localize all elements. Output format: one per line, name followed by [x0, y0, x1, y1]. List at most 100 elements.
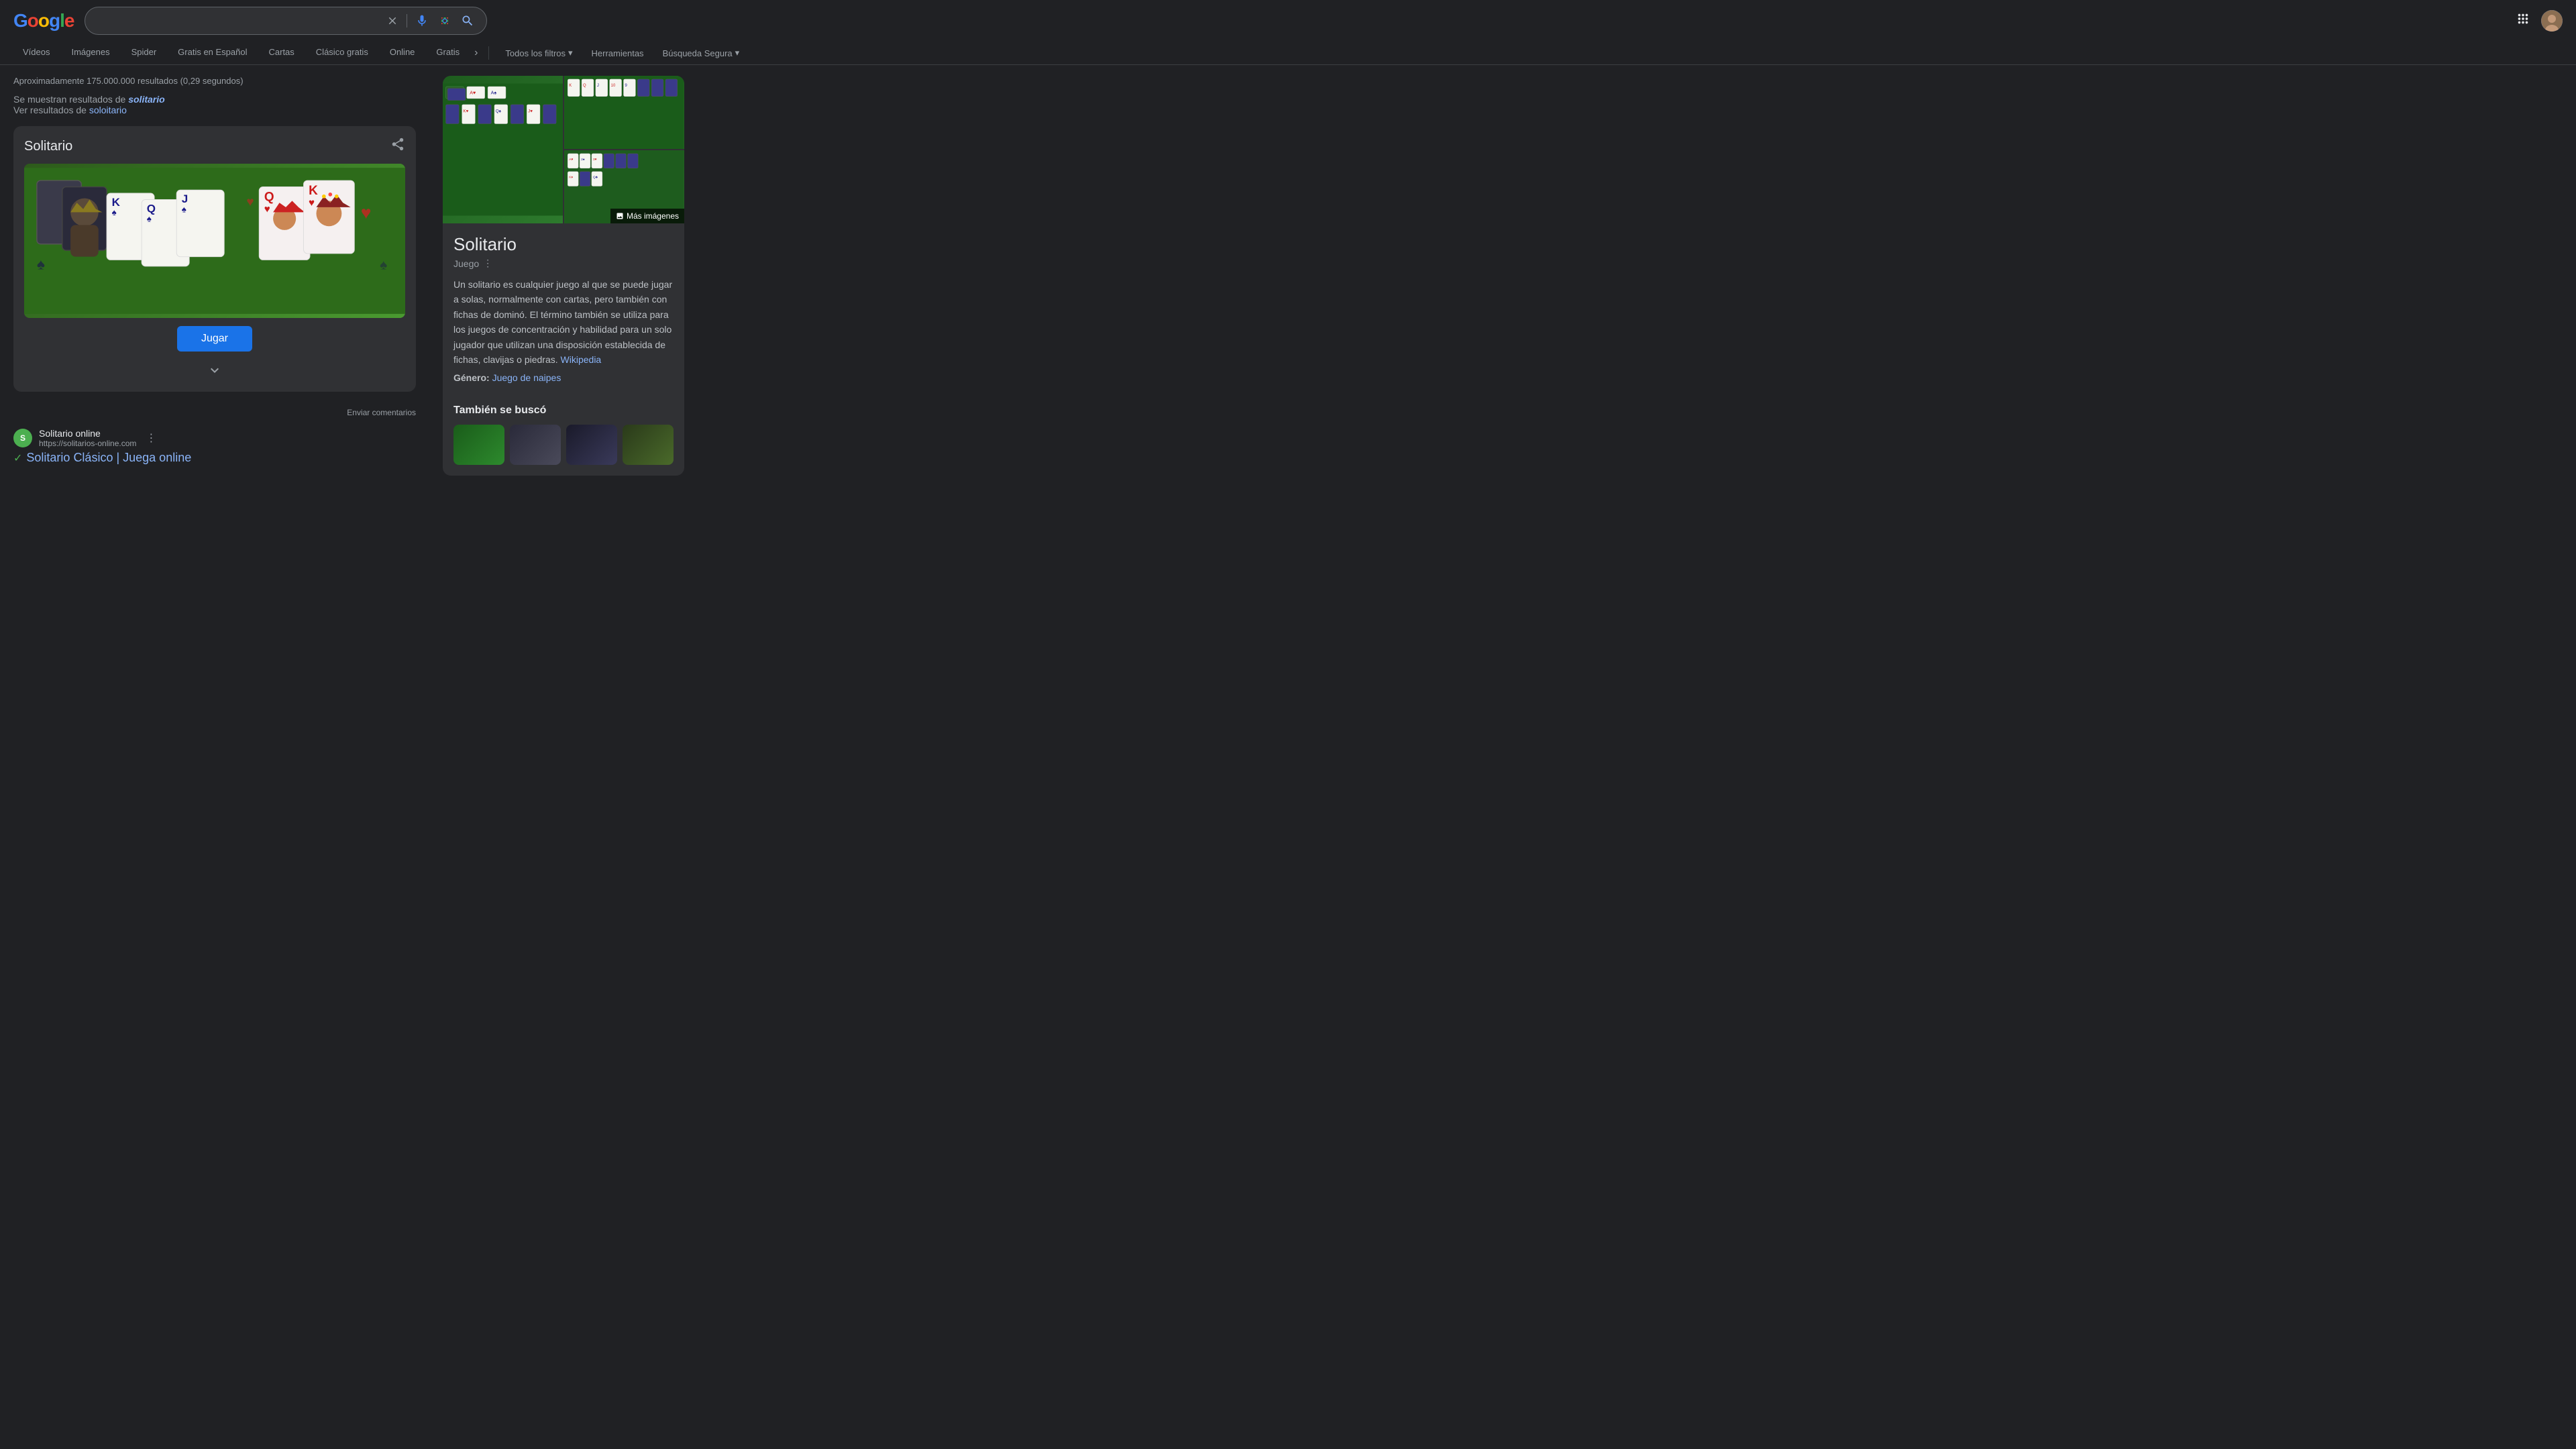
svg-text:A♠: A♠: [491, 91, 497, 96]
solitaire-widget: Solitario: [13, 126, 416, 392]
svg-text:Q♠: Q♠: [496, 109, 502, 114]
expand-button[interactable]: [24, 360, 405, 381]
filters-chevron-icon: ▾: [568, 48, 573, 58]
knowledge-image-top-right[interactable]: K Q J 10 9: [564, 76, 684, 149]
header: Google soloitario: [0, 0, 2576, 42]
svg-text:3♥: 3♥: [593, 158, 597, 162]
game-image: K ♠ Q ♠ J ♠ Q ♥: [24, 164, 405, 318]
knowledge-image-bottom-right[interactable]: A♥ 2♠ 3♥ K♦ Q♣: [564, 150, 684, 223]
svg-text:Q: Q: [147, 202, 156, 215]
knowledge-title: Solitario: [453, 234, 674, 255]
search-bar: soloitario: [85, 7, 487, 35]
knowledge-genre: Género: Juego de naipes: [453, 372, 674, 383]
clear-button[interactable]: [385, 13, 400, 28]
also-searched-item-3[interactable]: [566, 425, 617, 465]
safe-search-chevron: ▾: [735, 48, 740, 58]
tab-online[interactable]: Online: [380, 42, 425, 64]
svg-text:K♥: K♥: [463, 109, 468, 114]
more-images-label: Más imágenes: [627, 211, 679, 221]
search-result-1: S Solitario online https://solitarios-on…: [13, 423, 416, 470]
svg-text:K: K: [309, 184, 318, 198]
original-label: Ver resultados de: [13, 105, 87, 115]
play-btn-container: Jugar: [24, 326, 405, 352]
feedback-link[interactable]: Enviar comentarios: [347, 408, 416, 417]
knowledge-type-menu-button[interactable]: ⋮: [483, 258, 492, 269]
svg-text:♥: ♥: [309, 197, 315, 209]
nav-tabs: Vídeos Imágenes Spider Gratis en Español…: [0, 42, 2576, 65]
lens-search-button[interactable]: [437, 13, 453, 29]
main-content: Aproximadamente 175.000.000 resultados (…: [0, 65, 939, 486]
knowledge-image-main[interactable]: A♥ A♠ K♥ Q♠ J♥: [443, 76, 563, 223]
svg-text:A♥: A♥: [470, 91, 476, 96]
svg-text:2♠: 2♠: [581, 158, 585, 162]
svg-text:♥: ♥: [264, 203, 270, 215]
tab-cartas[interactable]: Cartas: [260, 42, 304, 64]
knowledge-panel-card: A♥ A♠ K♥ Q♠ J♥: [443, 76, 684, 476]
play-button[interactable]: Jugar: [177, 326, 252, 352]
knowledge-description: Un solitario es cualquier juego al que s…: [453, 277, 674, 367]
feedback-row: Enviar comentarios: [13, 402, 416, 423]
widget-title: Solitario: [24, 139, 72, 154]
result-title-text: Solitario Clásico | Juega online: [26, 451, 191, 465]
knowledge-panel: A♥ A♠ K♥ Q♠ J♥: [443, 76, 684, 476]
result-title-link[interactable]: ✓ Solitario Clásico | Juega online: [13, 451, 416, 465]
svg-text:♠: ♠: [182, 204, 186, 214]
widget-header: Solitario: [24, 137, 405, 156]
user-avatar[interactable]: [2541, 10, 2563, 32]
also-searched-title: También se buscó: [453, 405, 674, 417]
all-filters-button[interactable]: Todos los filtros ▾: [497, 44, 580, 62]
svg-text:J: J: [182, 193, 188, 205]
also-searched-thumb-3: [566, 425, 617, 465]
wikipedia-link[interactable]: Wikipedia: [561, 354, 602, 365]
site-favicon: S: [13, 429, 32, 447]
also-searched-item-2[interactable]: [510, 425, 561, 465]
tab-videos[interactable]: Vídeos: [13, 42, 59, 64]
svg-text:K: K: [569, 84, 572, 88]
svg-text:♠: ♠: [37, 256, 45, 273]
tab-clasico[interactable]: Clásico gratis: [307, 42, 378, 64]
image-content-main: A♥ A♠ K♥ Q♠ J♥: [443, 76, 563, 223]
correction-notice: Se muestran resultados de solitario Ver …: [13, 94, 416, 115]
search-submit-button[interactable]: [460, 13, 476, 29]
svg-text:J♥: J♥: [528, 109, 533, 114]
genre-label: Género:: [453, 372, 490, 383]
svg-text:♠: ♠: [112, 207, 117, 217]
svg-text:J: J: [597, 84, 599, 88]
svg-text:10: 10: [611, 84, 616, 88]
results-info: Aproximadamente 175.000.000 resultados (…: [13, 76, 416, 86]
knowledge-image-grid: A♥ A♠ K♥ Q♠ J♥: [443, 76, 684, 223]
also-searched: También se buscó: [443, 405, 684, 476]
also-searched-item-4[interactable]: [623, 425, 674, 465]
search-input[interactable]: soloitario: [96, 15, 378, 27]
left-column: Aproximadamente 175.000.000 resultados (…: [13, 76, 416, 476]
share-button[interactable]: [390, 137, 405, 156]
site-name: Solitario online: [39, 428, 136, 439]
apps-button[interactable]: [2516, 11, 2530, 30]
knowledge-type-label: Juego: [453, 258, 479, 269]
safe-search-button[interactable]: Búsqueda Segura ▾: [655, 44, 748, 62]
result-menu-button[interactable]: ⋮: [146, 431, 156, 445]
knowledge-type: Juego ⋮: [453, 258, 674, 269]
site-name-url: Solitario online https://solitarios-onli…: [39, 428, 136, 448]
tab-spider[interactable]: Spider: [122, 42, 166, 64]
nav-separator: [488, 46, 489, 60]
tab-gratis[interactable]: Gratis: [427, 42, 469, 64]
corrected-term-link[interactable]: solitario: [128, 94, 164, 105]
all-filters-label: Todos los filtros: [505, 48, 566, 58]
svg-text:K♦: K♦: [569, 176, 573, 180]
tab-gratis-es[interactable]: Gratis en Español: [168, 42, 256, 64]
tab-imagenes[interactable]: Imágenes: [62, 42, 119, 64]
voice-search-button[interactable]: [414, 13, 430, 29]
google-logo: Google: [13, 10, 74, 32]
original-term-link[interactable]: soloitario: [89, 105, 127, 115]
more-images-overlay[interactable]: Más imágenes: [610, 209, 684, 223]
svg-text:A♥: A♥: [569, 158, 573, 162]
genre-value-link[interactable]: Juego de naipes: [492, 372, 561, 383]
site-url: https://solitarios-online.com: [39, 439, 136, 448]
also-searched-item-1[interactable]: [453, 425, 504, 465]
tools-button[interactable]: Herramientas: [584, 44, 652, 62]
svg-text:Q: Q: [264, 190, 274, 204]
tabs-more-chevron[interactable]: ›: [472, 42, 480, 64]
also-searched-thumb-1: [453, 425, 504, 465]
result-site-info: S Solitario online https://solitarios-on…: [13, 428, 416, 448]
